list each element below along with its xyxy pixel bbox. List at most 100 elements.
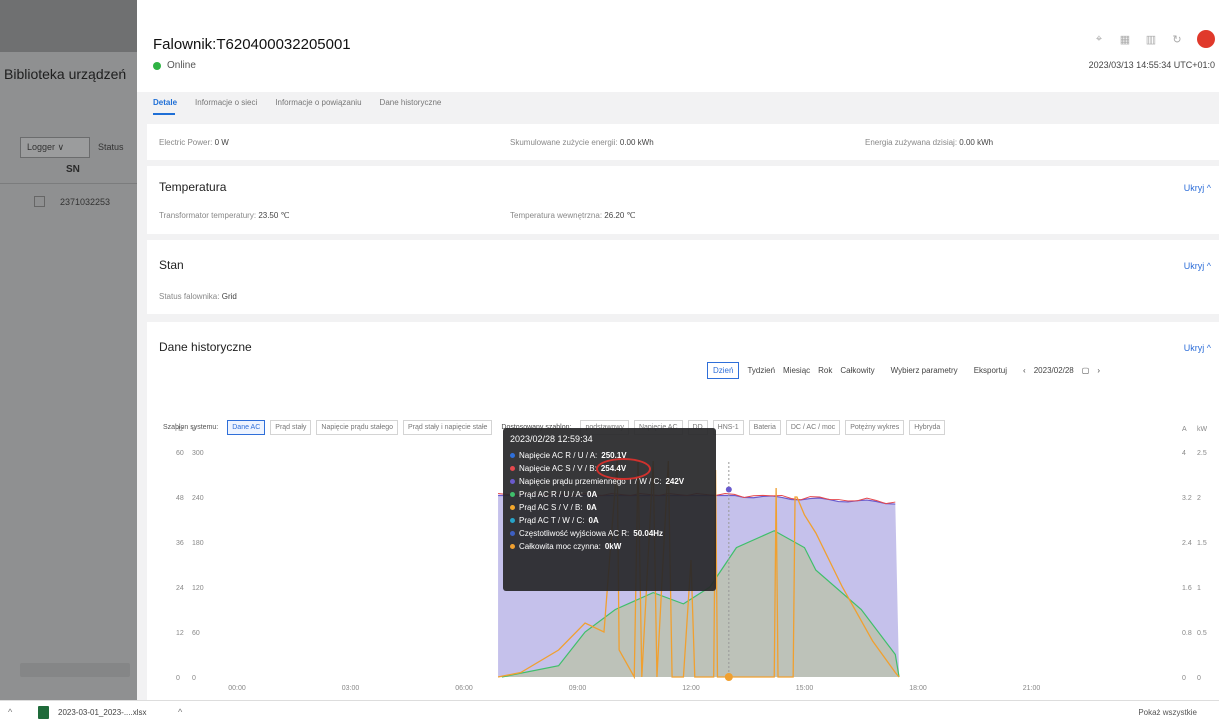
left-axis-hz-tick: 60 — [176, 450, 184, 457]
inverter-status-value: Grid — [221, 292, 237, 301]
x-axis-tick: 09:00 — [569, 685, 587, 692]
tab-historical-data[interactable]: Dane historyczne — [380, 98, 442, 107]
temperature-hide-toggle[interactable]: Ukryj ^ — [1184, 183, 1211, 193]
period-week[interactable]: Tydzień — [747, 366, 775, 375]
today-energy-label: Energia zużywana dzisiaj: — [865, 138, 958, 147]
temperature-card: Temperatura Ukryj ^ Transformator temper… — [147, 166, 1219, 234]
cumulative-energy-label: Skumulowane zużycie energii: — [510, 138, 618, 147]
series-dot-icon — [510, 453, 515, 458]
library-topbar — [0, 0, 137, 52]
logger-filter-dropdown[interactable]: Logger ∨ — [20, 137, 90, 158]
history-hide-toggle[interactable]: Ukryj ^ — [1184, 343, 1211, 353]
date-prev-icon[interactable]: ‹ — [1023, 366, 1026, 375]
library-title: Biblioteka urządzeń — [4, 66, 127, 82]
download-bar: ^ 2023-03-01_2023-....xlsx ^ Pokaż wszys… — [0, 700, 1219, 725]
cumulative-energy: Skumulowane zużycie energii: 0.00 kWh — [510, 138, 654, 147]
electric-power-value: 0 W — [214, 138, 229, 147]
avatar[interactable] — [1197, 30, 1215, 48]
tooltip-row: Prąd AC T / W / C: 0A — [510, 514, 709, 527]
last-update-time: 2023/03/13 14:55:34 UTC+01:0 — [1088, 60, 1215, 70]
tooltip-title: 2023/02/28 12:59:34 — [510, 434, 593, 444]
right-axis-a-tick: 0.8 — [1182, 630, 1192, 637]
date-next-icon[interactable]: › — [1097, 366, 1100, 375]
right-axis-unit-kw: kW — [1197, 426, 1208, 433]
status-filter[interactable]: Status — [98, 142, 124, 152]
tooltip-row-label: Napięcie AC R / U / A: — [519, 451, 598, 460]
right-axis-kw-tick: 2.5 — [1197, 450, 1207, 457]
inverter-status-label: Status falownika: — [159, 292, 220, 301]
row-checkbox[interactable] — [34, 196, 45, 207]
transformer-temperature-value: 23.50 ℃ — [258, 211, 290, 220]
delete-icon[interactable]: ▥ — [1145, 33, 1157, 46]
right-axis-unit-a: A — [1182, 426, 1187, 433]
device-library-panel: Biblioteka urządzeń Logger ∨ Status SN 2… — [0, 0, 137, 700]
today-energy-value: 0.00 kWh — [959, 138, 994, 147]
state-hide-toggle[interactable]: Ukryj ^ — [1184, 261, 1211, 271]
highlight-circle — [596, 458, 651, 480]
tooltip-row: Prąd AC S / V / B: 0A — [510, 501, 709, 514]
chart-tooltip: 2023/02/28 12:59:34 Napięcie AC R / U / … — [503, 428, 716, 591]
show-all-downloads-link[interactable]: Pokaż wszystkie — [1138, 708, 1197, 717]
left-axis-hz-tick: 48 — [176, 495, 184, 502]
x-axis-tick: 21:00 — [1023, 685, 1041, 692]
right-axis-kw-tick: 0.5 — [1197, 630, 1207, 637]
app-window: Biblioteka urządzeń Logger ∨ Status SN 2… — [0, 0, 1219, 725]
series-dot-icon — [510, 479, 515, 484]
period-year[interactable]: Rok — [818, 366, 832, 375]
left-axis-hz-tick: 24 — [176, 585, 184, 592]
period-selector: Dzień Tydzień Miesiąc Rok Całkowity Wybi… — [707, 362, 1100, 379]
x-axis-tick: 06:00 — [455, 685, 473, 692]
tooltip-row-label: Częstotliwość wyjściowa AC R: — [519, 529, 630, 538]
tooltip-row: Częstotliwość wyjściowa AC R: 50.04Hz — [510, 527, 709, 540]
history-title: Dane historyczne — [159, 340, 252, 354]
left-axis-v-tick: 60 — [192, 630, 200, 637]
left-axis-v-tick: 240 — [192, 495, 204, 502]
tooltip-row-value: 50.04Hz — [633, 529, 664, 538]
library-bottom-item[interactable] — [20, 663, 130, 677]
online-dot-icon — [153, 61, 161, 70]
calendar-icon[interactable]: ▢ — [1082, 366, 1090, 375]
left-axis-v-tick: 180 — [192, 540, 204, 547]
x-axis-tick: 03:00 — [342, 685, 360, 692]
export-button[interactable]: Eksportuj — [974, 366, 1007, 375]
x-axis-tick: 18:00 — [909, 685, 927, 692]
tab-details[interactable]: Detale — [153, 98, 177, 107]
library-divider — [0, 183, 137, 184]
refresh-icon[interactable]: ↻ — [1171, 33, 1183, 46]
tab-binding-info[interactable]: Informacje o powiązaniu — [275, 98, 361, 107]
x-axis-tick: 15:00 — [796, 685, 814, 692]
tab-network-info[interactable]: Informacje o sieci — [195, 98, 257, 107]
right-axis-kw-tick: 2 — [1197, 495, 1201, 502]
tooltip-row-value: 0kW — [604, 542, 622, 551]
series-dot-icon — [510, 492, 515, 497]
period-total[interactable]: Całkowity — [840, 366, 874, 375]
page-title: Falownik:T620400032205001 — [153, 36, 351, 53]
period-day[interactable]: Dzień — [707, 362, 740, 379]
left-axis-v-tick: 120 — [192, 585, 204, 592]
choose-parameters-button[interactable]: Wybierz parametry — [891, 366, 958, 375]
state-card: Stan Ukryj ^ Status falownika: Grid — [147, 240, 1219, 314]
internal-temperature-value: 26.20 ℃ — [604, 211, 636, 220]
left-axis-unit-hz: Hz — [175, 426, 184, 433]
period-month[interactable]: Miesiąc — [783, 366, 810, 375]
series-dot-icon — [510, 531, 515, 536]
sn-column-header: SN — [66, 164, 80, 175]
date-picker[interactable]: 2023/02/28 — [1034, 366, 1074, 375]
device-row-sn[interactable]: 2371032253 — [60, 197, 110, 207]
tooltip-row-label: Całkowita moc czynna: — [519, 542, 601, 551]
tooltip-row: Całkowita moc czynna: 0kW — [510, 540, 709, 553]
tooltip-row-label: Napięcie AC S / V / B: — [519, 464, 597, 473]
grid-icon[interactable]: ▦ — [1119, 33, 1131, 46]
expand-chevron-icon[interactable]: ^ — [8, 707, 12, 717]
cursor-voltage-marker — [725, 486, 732, 493]
transformer-temperature-label: Transformator temperatury: — [159, 211, 257, 220]
download-file-name[interactable]: 2023-03-01_2023-....xlsx — [58, 708, 147, 717]
inverter-status: Status falownika: Grid — [159, 292, 237, 301]
temperature-title: Temperatura — [159, 180, 227, 194]
series-dot-icon — [510, 466, 515, 471]
tooltip-row-label: Prąd AC R / U / A: — [519, 490, 584, 499]
transformer-temperature: Transformator temperatury: 23.50 ℃ — [159, 211, 290, 220]
signal-icon[interactable]: ⌖ — [1093, 33, 1105, 46]
file-menu-chevron-icon[interactable]: ^ — [178, 707, 182, 717]
tooltip-row-value: 0A — [588, 516, 599, 525]
